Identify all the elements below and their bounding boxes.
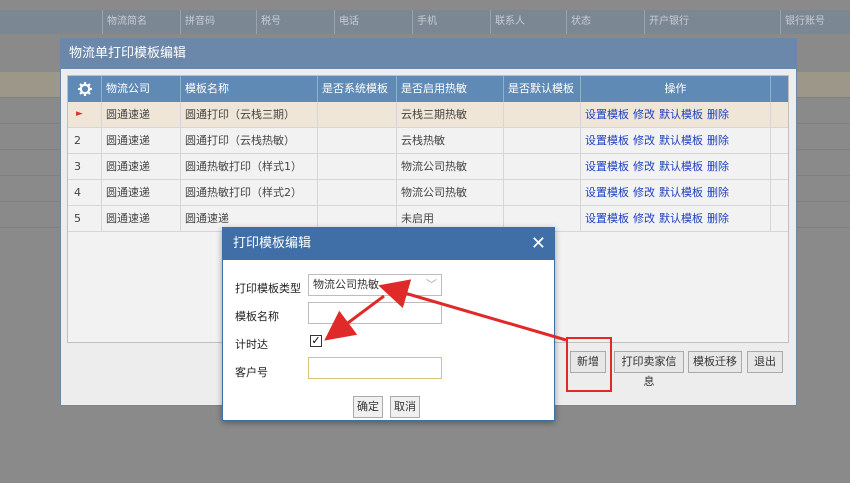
annotation-arrows xyxy=(324,279,567,342)
arrow-to-timer-checkbox xyxy=(324,294,385,341)
arrow-to-type-select xyxy=(378,279,567,342)
